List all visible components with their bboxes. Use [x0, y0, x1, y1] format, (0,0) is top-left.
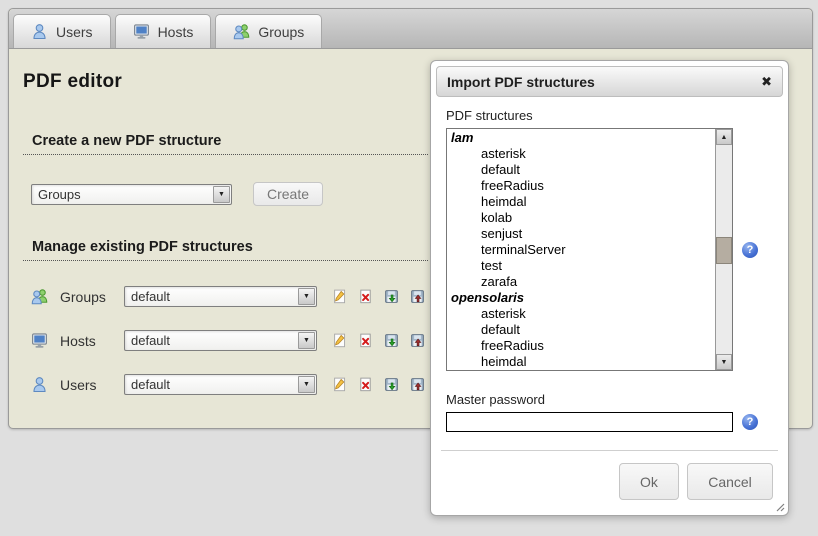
- chevron-down-icon[interactable]: ▼: [298, 288, 315, 305]
- chevron-down-icon[interactable]: ▼: [213, 186, 230, 203]
- edit-icon[interactable]: [332, 289, 347, 304]
- list-category: lam: [451, 130, 732, 146]
- export-icon[interactable]: [384, 377, 399, 392]
- manage-section-heading: Manage existing PDF structures: [23, 239, 428, 261]
- dialog-body: PDF structures lam asterisk default free…: [431, 108, 788, 432]
- list-item[interactable]: senjust: [451, 226, 732, 242]
- scroll-down-icon[interactable]: ▼: [716, 354, 732, 370]
- list-item[interactable]: default: [451, 162, 732, 178]
- list-item[interactable]: kolab: [451, 210, 732, 226]
- ok-button[interactable]: Ok: [619, 463, 679, 500]
- users-structure-select[interactable]: default ▼: [124, 374, 317, 395]
- tab-bar: Users Hosts Groups: [9, 9, 812, 49]
- manage-row-groups: Groups default ▼: [31, 286, 425, 307]
- tab-users[interactable]: Users: [13, 14, 111, 48]
- user-icon: [31, 23, 48, 40]
- manage-row-hosts: Hosts default ▼: [31, 330, 425, 351]
- list-item[interactable]: terminalServer: [451, 242, 732, 258]
- pdf-structures-listbox[interactable]: lam asterisk default freeRadius heimdal …: [446, 128, 733, 371]
- list-category: opensolaris: [451, 290, 732, 306]
- list-item[interactable]: kolab: [451, 370, 732, 371]
- create-controls: Groups ▼ Create: [31, 182, 323, 206]
- select-value: default: [131, 333, 170, 348]
- export-icon[interactable]: [384, 333, 399, 348]
- tab-label: Groups: [258, 24, 304, 40]
- delete-icon[interactable]: [358, 333, 373, 348]
- manage-row-users: Users default ▼: [31, 374, 425, 395]
- row-label: Users: [60, 377, 116, 393]
- list-item[interactable]: heimdal: [451, 354, 732, 370]
- help-icon[interactable]: ?: [742, 242, 758, 258]
- master-password-label: Master password: [446, 392, 773, 408]
- resize-handle-icon[interactable]: [773, 500, 785, 512]
- tab-groups[interactable]: Groups: [215, 14, 322, 48]
- group-icon: [31, 288, 48, 305]
- list-item[interactable]: freeRadius: [451, 338, 732, 354]
- list-item[interactable]: default: [451, 322, 732, 338]
- page-title: PDF editor: [23, 71, 122, 93]
- list-item[interactable]: asterisk: [451, 306, 732, 322]
- dialog-footer: Ok Cancel: [441, 450, 778, 500]
- listbox-scrollbar[interactable]: ▲ ▼: [715, 129, 732, 370]
- import-icon[interactable]: [410, 333, 425, 348]
- delete-icon[interactable]: [358, 377, 373, 392]
- groups-structure-select[interactable]: default ▼: [124, 286, 317, 307]
- tab-label: Users: [56, 24, 93, 40]
- import-icon[interactable]: [410, 377, 425, 392]
- list-item[interactable]: zarafa: [451, 274, 732, 290]
- host-icon: [31, 332, 48, 349]
- host-icon: [133, 23, 150, 40]
- scroll-up-icon[interactable]: ▲: [716, 129, 732, 145]
- chevron-down-icon[interactable]: ▼: [298, 332, 315, 349]
- group-icon: [233, 23, 250, 40]
- edit-icon[interactable]: [332, 377, 347, 392]
- master-password-input[interactable]: [446, 412, 733, 432]
- import-icon[interactable]: [410, 289, 425, 304]
- import-pdf-structures-dialog: Import PDF structures ✖ PDF structures l…: [430, 60, 789, 516]
- export-icon[interactable]: [384, 289, 399, 304]
- listbox-items: lam asterisk default freeRadius heimdal …: [447, 129, 732, 371]
- create-section-heading: Create a new PDF structure: [23, 133, 428, 155]
- list-item[interactable]: asterisk: [451, 146, 732, 162]
- delete-icon[interactable]: [358, 289, 373, 304]
- edit-icon[interactable]: [332, 333, 347, 348]
- hosts-structure-select[interactable]: default ▼: [124, 330, 317, 351]
- select-value: default: [131, 289, 170, 304]
- cancel-button[interactable]: Cancel: [687, 463, 773, 500]
- structure-type-select[interactable]: Groups ▼: [31, 184, 232, 205]
- list-item[interactable]: heimdal: [451, 194, 732, 210]
- help-icon[interactable]: ?: [742, 414, 758, 430]
- select-value: Groups: [38, 187, 81, 202]
- tab-hosts[interactable]: Hosts: [115, 14, 212, 48]
- create-button[interactable]: Create: [253, 182, 323, 206]
- select-value: default: [131, 377, 170, 392]
- list-item[interactable]: test: [451, 258, 732, 274]
- user-icon: [31, 376, 48, 393]
- tab-label: Hosts: [158, 24, 194, 40]
- dialog-title: Import PDF structures: [447, 74, 761, 90]
- list-item[interactable]: freeRadius: [451, 178, 732, 194]
- chevron-down-icon[interactable]: ▼: [298, 376, 315, 393]
- dialog-titlebar[interactable]: Import PDF structures ✖: [436, 66, 783, 97]
- close-icon[interactable]: ✖: [761, 75, 772, 88]
- row-label: Groups: [60, 289, 116, 305]
- scrollbar-thumb[interactable]: [716, 237, 732, 264]
- row-label: Hosts: [60, 333, 116, 349]
- pdf-structures-label: PDF structures: [446, 108, 773, 124]
